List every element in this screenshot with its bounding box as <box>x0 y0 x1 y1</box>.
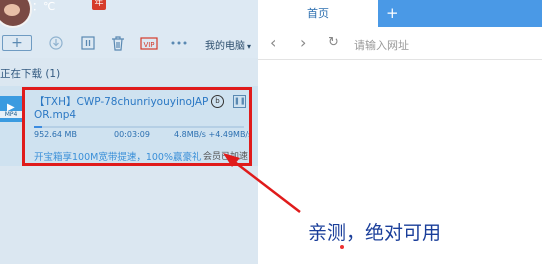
download-panel: ：℃ 年 + VIP 我的电脑 ▾ 正在下载 (1) ▶ MP4 【TXH】CWP… <box>0 0 258 264</box>
new-tab-button[interactable]: + <box>386 4 399 22</box>
back-icon[interactable]: ‹ <box>270 33 276 52</box>
forward-icon[interactable]: › <box>300 33 306 52</box>
vip-badge: 年 <box>92 0 106 10</box>
pause-icon[interactable] <box>80 34 96 52</box>
avatar[interactable] <box>0 0 32 28</box>
username[interactable]: ：℃ <box>32 0 55 14</box>
video-file-icon: ▶ <box>0 96 22 122</box>
address-bar[interactable]: 请输入网址 <box>354 37 409 53</box>
my-computer-dropdown[interactable]: 我的电脑 ▾ <box>205 37 251 52</box>
file-type-label: MP4 <box>0 111 22 118</box>
more-icon[interactable] <box>170 34 188 52</box>
annotation-text: 亲测，绝对可用 <box>308 222 442 244</box>
new-task-button[interactable]: + <box>2 35 32 51</box>
annotation-dot <box>340 245 344 249</box>
tab-home[interactable]: 首页 <box>258 0 378 27</box>
svg-text:VIP: VIP <box>143 41 154 49</box>
navigation-bar: ‹ › ↻ 请输入网址 <box>258 27 542 60</box>
highlight-box <box>22 87 252 166</box>
download-icon[interactable] <box>48 34 64 52</box>
chevron-down-icon: ▾ <box>247 42 252 51</box>
vip-icon[interactable]: VIP <box>140 34 158 52</box>
downloading-section-title: 正在下载 (1) <box>0 68 61 80</box>
tab-bar: 首页 + <box>258 0 542 27</box>
refresh-icon[interactable]: ↻ <box>328 35 339 50</box>
delete-icon[interactable] <box>110 34 126 52</box>
